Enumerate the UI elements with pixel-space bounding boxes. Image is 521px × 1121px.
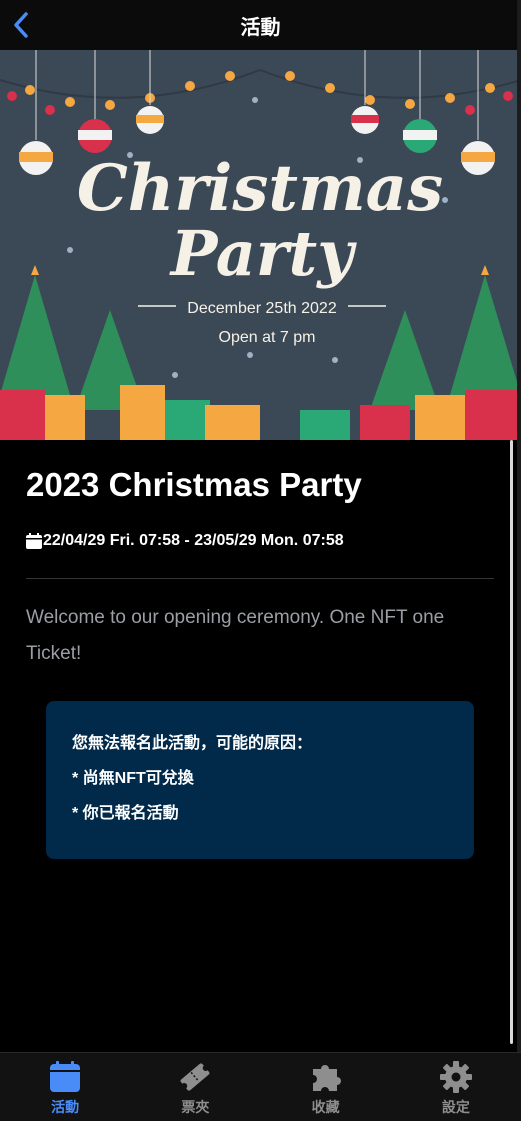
banner-open-time: Open at 7 pm [219, 329, 316, 346]
gear-icon [439, 1061, 472, 1093]
notice-reason: * 尚無NFT可兌換 [72, 770, 194, 787]
tab-settings[interactable]: 設定 [391, 1053, 521, 1121]
page-title: 活動 [240, 16, 281, 39]
notice-heading: 您無法報名此活動，可能的原因： [72, 735, 313, 752]
notice-reason: * 你已報名活動 [72, 805, 179, 822]
banner-title-line1: Christmas [77, 151, 443, 226]
bottom-tab-bar: 活動 票夾 收藏 設定 [0, 1052, 521, 1121]
banner-title-line2: Party [169, 217, 357, 290]
tab-ticket-wallet[interactable]: 票夾 [130, 1053, 260, 1121]
event-datetime-text: 22/04/29 Fri. 07:58 - 23/05/29 Mon. 07:5… [43, 532, 344, 549]
window-edge [517, 0, 521, 1120]
event-description: Welcome to our opening ceremony. One NFT… [26, 607, 445, 664]
tab-label: 設定 [441, 1099, 470, 1115]
puzzle-icon [312, 1065, 341, 1091]
scrollbar[interactable] [510, 440, 513, 1044]
top-navigation-bar: 活動 [0, 0, 521, 50]
tab-label: 活動 [51, 1099, 80, 1115]
divider [26, 578, 494, 579]
banner-date: December 25th 2022 [187, 300, 337, 317]
tab-label: 收藏 [311, 1099, 340, 1115]
back-arrow-icon[interactable] [6, 8, 40, 42]
calendar-icon [50, 1061, 81, 1092]
registration-notice: 您無法報名此活動，可能的原因： * 尚無NFT可兌換 * 你已報名活動 [46, 701, 474, 859]
tab-label: 票夾 [181, 1099, 210, 1115]
ticket-icon [180, 1063, 210, 1091]
tab-events[interactable]: 活動 [0, 1053, 130, 1121]
event-title: 2023 Christmas Party [26, 466, 362, 503]
calendar-icon [26, 533, 42, 549]
event-datetime: 22/04/29 Fri. 07:58 - 23/05/29 Mon. 07:5… [26, 532, 344, 550]
tab-collection[interactable]: 收藏 [261, 1053, 391, 1121]
event-banner-image: Christmas Party December 25th 2022 Open … [0, 50, 521, 440]
